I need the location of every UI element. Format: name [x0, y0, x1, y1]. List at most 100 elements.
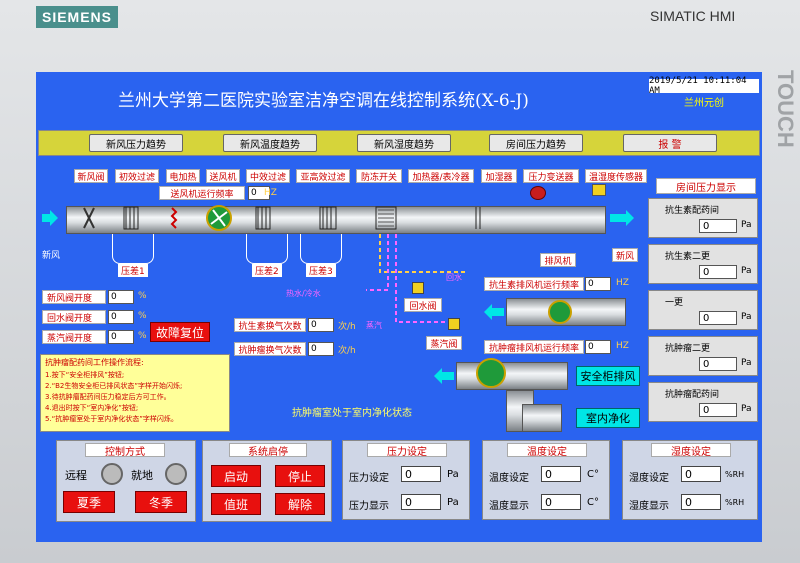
antitumor-air-change-unit: 次/h [338, 346, 356, 356]
humidity-display-label: 湿度显示 [629, 501, 669, 512]
primary-filter-icon [123, 206, 139, 230]
pressure-set-label: 压力设定 [349, 473, 389, 484]
room-pressure-unit: Pa [741, 358, 752, 368]
return-valve-unit: % [138, 311, 147, 321]
stop-button[interactable]: 停止 [275, 465, 325, 487]
fresh-air-damper-icon [83, 207, 95, 229]
fresh-air-valve-value: 0 [108, 290, 134, 304]
cabinet-exhaust-button[interactable]: 安全柜排风 [576, 366, 640, 386]
alarm-button[interactable]: 报 警 [623, 134, 717, 152]
room-pressure-value: 0 [699, 219, 737, 233]
room-card-antibiotic-second-change: 抗生素二更 0 Pa [648, 244, 758, 284]
antibiotic-exhaust-freq-label: 抗生素排风机运行频率 [484, 277, 584, 291]
procedure-step: 1.按下“安全柜排风”按钮; [45, 371, 125, 379]
tag-medium-filter: 中效过滤 [246, 169, 290, 183]
room-card-antitumor-dispensing: 抗肿瘤配药间 0 Pa [648, 382, 758, 422]
humidity-display-unit: %RH [725, 498, 745, 507]
diff-pressure-2: 压差2 [252, 264, 282, 277]
humidity-set-label: 湿度设定 [629, 473, 669, 484]
antibiotic-exhaust-freq-value: 0 [585, 277, 611, 291]
humidity-display-value: 0 [681, 494, 721, 510]
fresh-air-temp-trend-button[interactable]: 新风温度趋势 [223, 134, 317, 152]
room-purify-button[interactable]: 室内净化 [576, 408, 640, 428]
tag-humidifier: 加湿器 [481, 169, 517, 183]
heater-coil-icon [170, 207, 178, 229]
medium-filter-icon [255, 206, 271, 230]
humidity-set-input[interactable]: 0 [681, 466, 721, 482]
room-pressure-unit: Pa [741, 220, 752, 230]
tag-sub-hepa-filter: 亚高效过滤 [296, 169, 350, 183]
procedure-step: 4.退出时按下“室内净化”按钮; [45, 404, 139, 412]
exhaust-arrow-icon [484, 304, 504, 320]
steam-valve-tag: 蒸汽阀 [426, 336, 462, 350]
start-button[interactable]: 启动 [211, 465, 261, 487]
humidifier-icon [475, 207, 481, 229]
room-name: 抗生素配药间 [665, 206, 720, 216]
clock-display: 2019/5/21 10:11:04 AM [649, 76, 759, 96]
procedure-panel: 抗肿瘤配药间工作操作流程: 1.按下“安全柜排风”按钮; 2.“B2生物安全柜已… [40, 354, 230, 432]
room-pressure-title: 房间压力显示 [656, 178, 756, 194]
supply-outlet-arrow [610, 210, 634, 226]
temperature-set-title: 温度设定 [507, 443, 587, 458]
diff-pressure-3: 压差3 [306, 264, 336, 277]
antibiotic-air-change-unit: 次/h [338, 322, 356, 332]
fresh-air-pressure-trend-button[interactable]: 新风压力趋势 [89, 134, 183, 152]
trend-toolbar: 新风压力趋势 新风温度趋势 新风湿度趋势 房间压力趋势 报 警 [38, 130, 760, 156]
page-title: 兰州大学第二医院实验室洁净空调在线控制系统(X-6-J) [118, 91, 529, 111]
tag-primary-filter: 初效过滤 [115, 169, 159, 183]
temperature-display-label: 温度显示 [489, 501, 529, 512]
temperature-display-value: 0 [541, 494, 581, 510]
antibiotic-air-change-label: 抗生素换气次数 [234, 318, 306, 332]
return-valve-value: 0 [108, 310, 134, 324]
pressure-display-value: 0 [401, 494, 441, 510]
tag-heater-cooler: 加热器/表冷器 [408, 169, 474, 183]
fresh-air-humidity-trend-button[interactable]: 新风湿度趋势 [357, 134, 451, 152]
temperature-set-label: 温度设定 [489, 473, 529, 484]
temperature-set-unit: C° [587, 469, 599, 480]
antibiotic-exhaust-freq-unit: HZ [616, 278, 629, 288]
company-name: 兰州元创 [649, 94, 759, 109]
status-text: 抗肿瘤室处于室内净化状态 [292, 408, 412, 419]
temperature-set-input[interactable]: 0 [541, 466, 581, 482]
touch-label: TOUCH [773, 70, 798, 148]
device-name: SIMATIC HMI [650, 8, 736, 24]
return-valve-label: 回水阀开度 [42, 310, 106, 324]
hot-cold-water-label: 热水/冷水 [286, 289, 321, 298]
fault-reset-button[interactable]: 故障复位 [150, 322, 210, 342]
antitumor-air-change-value: 0 [308, 342, 334, 356]
pressure-set-panel: 压力设定 压力设定 0 Pa 压力显示 0 Pa [342, 440, 470, 520]
pressure-transmitter-icon [530, 186, 546, 200]
tag-antifreeze-switch: 防冻开关 [356, 169, 402, 183]
diff-pressure-1-loop [112, 234, 154, 264]
elbow-duct [522, 404, 562, 432]
return-water-label: 回水 [446, 273, 462, 282]
local-indicator [165, 463, 187, 485]
temperature-set-panel: 温度设定 温度设定 0 C° 温度显示 0 C° [482, 440, 610, 520]
pressure-display-label: 压力显示 [349, 501, 389, 512]
room-pressure-unit: Pa [741, 312, 752, 322]
antitumor-air-change-label: 抗肿瘤换气次数 [234, 342, 306, 356]
procedure-step: 3.待抗肿瘤配药间压力稳定后方可工作。 [45, 393, 171, 401]
steam-label: 蒸汽 [366, 321, 382, 330]
antitumor-exhaust-arrow-icon [434, 368, 454, 384]
fresh-air-valve-label: 新风阀开度 [42, 290, 106, 304]
winter-button[interactable]: 冬季 [135, 491, 187, 513]
steam-valve-label: 蒸汽阀开度 [42, 330, 106, 344]
room-pressure-trend-button[interactable]: 房间压力趋势 [489, 134, 583, 152]
tag-pressure-transmitter: 压力变送器 [523, 169, 579, 183]
sub-hepa-filter-icon [319, 206, 337, 230]
fresh-air-valve-unit: % [138, 291, 147, 301]
pressure-set-input[interactable]: 0 [401, 466, 441, 482]
pressure-set-title: 压力设定 [367, 443, 447, 458]
mode-selector-switch[interactable] [101, 463, 123, 485]
summer-button[interactable]: 夏季 [63, 491, 115, 513]
procedure-title: 抗肿瘤配药间工作操作流程: [45, 358, 144, 367]
diff-pressure-1: 压差1 [118, 264, 148, 277]
duty-button[interactable]: 值班 [211, 493, 261, 515]
tag-temp-humidity-sensor: 温湿度传感器 [585, 169, 647, 183]
room-name: 抗肿瘤二更 [665, 344, 711, 354]
return-valve-tag: 回水阀 [404, 298, 442, 312]
temp-humidity-sensor-icon [592, 184, 606, 196]
room-pressure-unit: Pa [741, 266, 752, 276]
release-button[interactable]: 解除 [275, 493, 325, 515]
